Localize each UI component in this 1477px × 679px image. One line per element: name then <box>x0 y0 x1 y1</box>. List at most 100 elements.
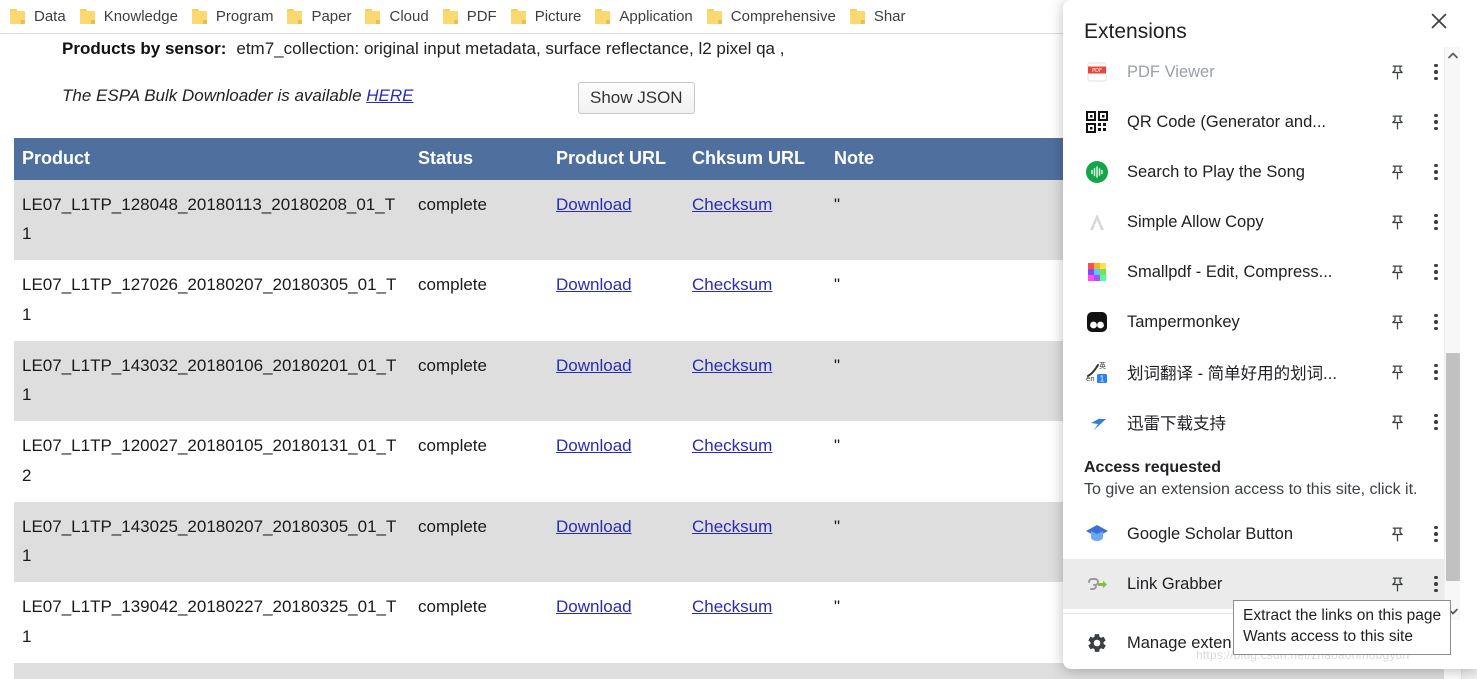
scrollbar-thumb[interactable] <box>1446 353 1460 581</box>
extension-name: Link Grabber <box>1127 574 1223 593</box>
download-link[interactable]: Download <box>556 597 632 616</box>
product-id-cell: LE07_L1TP_128048_20180113_20180208_01_T1 <box>14 180 410 261</box>
folder-icon <box>10 9 27 24</box>
product-id-cell: LE07_L1TP_127049_20180327_20180422_01_T1 <box>14 662 410 679</box>
pin-icon[interactable] <box>1380 576 1414 593</box>
folder-icon <box>442 9 460 24</box>
bookmark-label: Cloud <box>389 8 429 25</box>
table-header-cell: Product URL <box>548 138 684 180</box>
folder-icon <box>595 9 612 24</box>
pin-icon[interactable] <box>1380 364 1414 381</box>
pin-icon[interactable] <box>1380 314 1414 331</box>
folder-icon <box>510 9 528 24</box>
extension-row[interactable]: Google Scholar Button <box>1063 509 1458 559</box>
tooltip-line-1: Extract the links on this page <box>1243 607 1442 624</box>
chevron-up-icon[interactable] <box>1445 47 1461 64</box>
tampermonkey-icon <box>1084 309 1110 335</box>
chksum-url-cell: Checksum <box>684 421 826 502</box>
status-cell: complete <box>410 421 548 502</box>
extensions-panel-scrollbar[interactable] <box>1444 47 1460 620</box>
pdf-viewer-icon: PDF <box>1084 59 1110 85</box>
link-grabber-icon <box>1084 571 1110 597</box>
bulk-downloader-here-link[interactable]: HERE <box>366 86 413 105</box>
table-header-cell: Status <box>410 138 548 180</box>
bookmark-label: Data <box>34 8 66 25</box>
checksum-link[interactable]: Checksum <box>692 597 772 616</box>
extension-name: QR Code (Generator and... <box>1127 112 1327 131</box>
bookmark-label: Picture <box>534 8 582 25</box>
google-scholar-icon <box>1084 521 1110 547</box>
show-json-button[interactable]: Show JSON <box>578 82 695 114</box>
checksum-link[interactable]: Checksum <box>692 275 772 294</box>
extensions-panel: Extensions PDF PDF Viewer QR Code (Generat… <box>1063 0 1477 669</box>
products-by-sensor-line: Products by sensor: etm7_collection: orig… <box>62 39 784 59</box>
extension-row[interactable]: Simple Allow Copy <box>1063 197 1458 247</box>
bookmark-item[interactable]: PDF <box>439 4 505 30</box>
product-url-cell: Download <box>548 421 684 502</box>
table-header-cell: Product <box>14 138 410 180</box>
checksum-link[interactable]: Checksum <box>692 356 772 375</box>
close-icon[interactable] <box>1424 6 1454 36</box>
checksum-link[interactable]: Checksum <box>692 517 772 536</box>
bookmark-label: Shar <box>873 8 906 25</box>
gear-icon <box>1084 630 1110 656</box>
download-link[interactable]: Download <box>556 356 632 375</box>
qr-code-icon <box>1084 109 1110 135</box>
bookmark-item[interactable]: Program <box>188 4 282 30</box>
bookmark-item[interactable]: Data <box>6 4 74 30</box>
extension-row[interactable]: Search to Play the Song <box>1063 147 1458 197</box>
svg-text:英: 英 <box>1099 361 1106 370</box>
pin-icon[interactable] <box>1380 64 1414 81</box>
extension-row[interactable]: PDF PDF Viewer <box>1063 47 1458 97</box>
pin-icon[interactable] <box>1380 414 1414 431</box>
product-id-cell: LE07_L1TP_143032_20180106_20180201_01_T1 <box>14 340 410 422</box>
bookmark-item[interactable]: Paper <box>283 4 359 30</box>
bookmark-item[interactable]: Shar <box>846 4 914 30</box>
extension-name: Google Scholar Button <box>1127 524 1294 543</box>
bookmark-item[interactable]: Application <box>591 4 700 30</box>
pin-icon[interactable] <box>1380 526 1414 543</box>
pin-icon[interactable] <box>1380 164 1414 181</box>
product-id-cell: LE07_L1TP_139042_20180227_20180325_01_T1 <box>14 582 410 663</box>
products-by-sensor-value: etm7_collection: original input metadata… <box>236 39 785 58</box>
chksum-url-cell: Checksum <box>684 501 826 583</box>
status-cell: complete <box>410 501 548 583</box>
huaci-translate-icon: 英 en 1 <box>1084 359 1110 385</box>
product-url-cell: Download <box>548 180 684 261</box>
product-id-cell: LE07_L1TP_120027_20180105_20180131_01_T2 <box>14 421 410 502</box>
pin-icon[interactable] <box>1380 114 1414 131</box>
bookmark-item[interactable]: Picture <box>507 4 590 30</box>
extension-row[interactable]: Smallpdf - Edit, Compress... <box>1063 247 1458 297</box>
download-link[interactable]: Download <box>556 195 632 214</box>
extensions-panel-header: Extensions <box>1063 0 1477 52</box>
download-link[interactable]: Download <box>556 517 632 536</box>
bookmark-item[interactable]: Cloud <box>361 4 436 30</box>
folder-icon <box>365 9 382 24</box>
tooltip-line-2: Wants access to this site <box>1243 627 1413 645</box>
chksum-url-cell: Checksum <box>684 180 826 261</box>
bookmark-label: PDF <box>466 8 497 25</box>
download-link[interactable]: Download <box>556 275 632 294</box>
pin-icon[interactable] <box>1380 264 1414 281</box>
checksum-link[interactable]: Checksum <box>692 195 772 214</box>
pin-icon[interactable] <box>1380 214 1414 231</box>
bookmark-item[interactable]: Comprehensive <box>703 4 844 30</box>
product-id-cell: LE07_L1TP_143025_20180207_20180305_01_T1 <box>14 501 410 583</box>
checksum-link[interactable]: Checksum <box>692 436 772 455</box>
extension-row[interactable]: 迅雷下载支持 <box>1063 397 1458 447</box>
status-cell: complete <box>410 662 548 679</box>
extension-row[interactable]: 英 en 1 划词翻译 - 简单好用的划词... <box>1063 347 1458 397</box>
bookmark-item[interactable]: Knowledge <box>76 4 186 30</box>
product-url-cell: Download <box>548 662 684 679</box>
svg-text:en: en <box>1086 375 1095 383</box>
download-link[interactable]: Download <box>556 436 632 455</box>
bookmark-label: Knowledge <box>103 8 178 25</box>
xunlei-download-icon <box>1084 409 1110 435</box>
product-url-cell: Download <box>548 340 684 422</box>
access-requested-description: To give an extension access to this site… <box>1084 481 1418 498</box>
access-requested-heading: Access requested <box>1084 459 1221 476</box>
extension-name: 迅雷下载支持 <box>1127 415 1226 433</box>
extension-row[interactable]: QR Code (Generator and... <box>1063 97 1458 147</box>
extension-row[interactable]: Tampermonkey <box>1063 297 1458 347</box>
product-id-cell: LE07_L1TP_127026_20180207_20180305_01_T1 <box>14 260 410 341</box>
